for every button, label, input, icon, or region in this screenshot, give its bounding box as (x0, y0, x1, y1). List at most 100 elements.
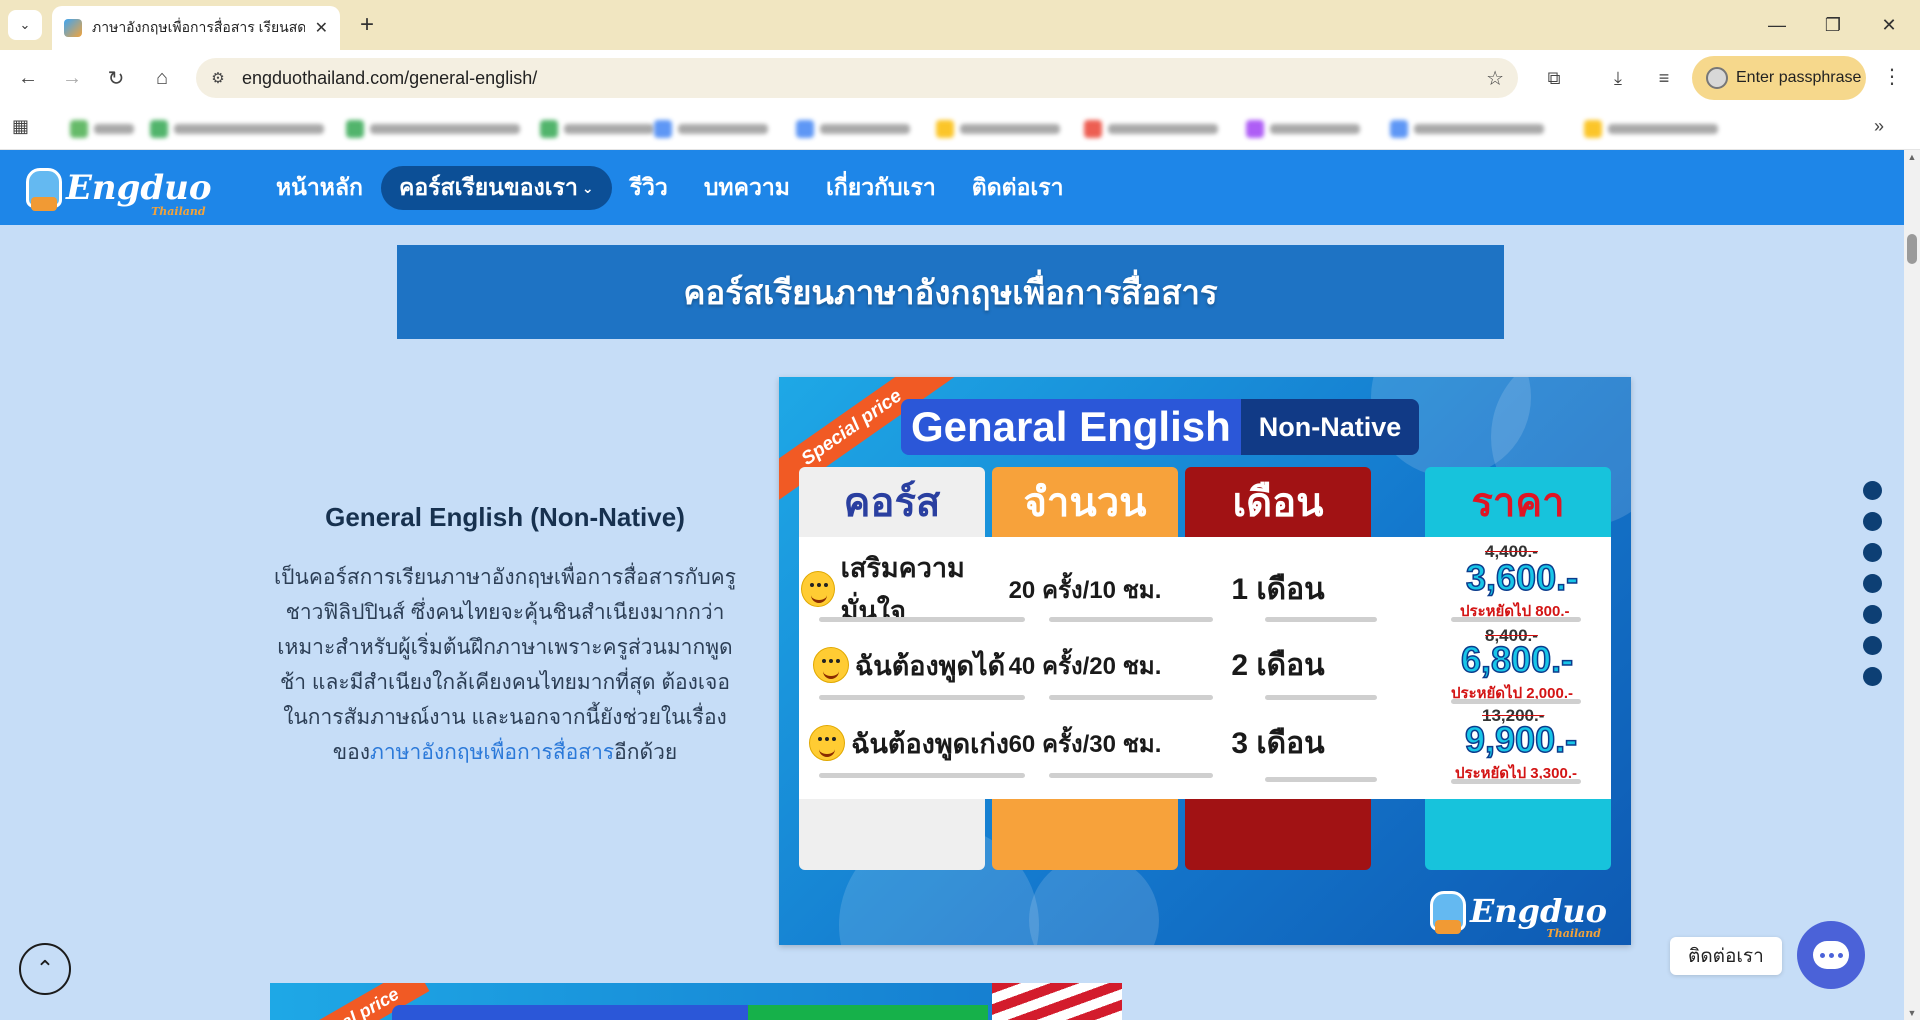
scroll-up-arrow-icon[interactable]: ▲ (1906, 152, 1918, 162)
section-dot[interactable] (1863, 481, 1882, 500)
chevron-down-icon: ⌄ (581, 179, 594, 196)
bookmark-item[interactable] (1390, 118, 1544, 140)
plus-icon: + (359, 11, 374, 38)
menu-item-reviews[interactable]: รีวิว (612, 166, 686, 210)
reload-icon: ↻ (107, 67, 125, 90)
home-icon: ⌂ (155, 66, 169, 89)
home-button[interactable]: ⌂ (146, 62, 178, 94)
row-2-price: 6,800.- (1460, 638, 1574, 681)
site-header: Engduo Thailand หน้าหลัก คอร์สเรียนของเรา… (0, 150, 1904, 225)
tab-title: ภาษาอังกฤษเพื่อการสื่อสาร เรียนสด (92, 19, 305, 35)
row-2-months: 2 เดือน (1231, 648, 1325, 682)
queue-icon[interactable]: ≡ (1650, 64, 1678, 92)
section-title: คอร์สเรียนภาษาอังกฤษเพื่อการสื่อสาร (683, 273, 1218, 311)
passphrase-button[interactable]: Enter passphrase (1692, 56, 1866, 100)
browser-tab[interactable]: ภาษาอังกฤษเพื่อการสื่อสาร เรียนสด ✕ (52, 6, 340, 50)
bookmark-item[interactable] (346, 118, 520, 140)
puzzle-icon[interactable]: ⧉ (1540, 64, 1568, 92)
section-dot[interactable] (1863, 636, 1882, 655)
section-dot[interactable] (1863, 543, 1882, 562)
tune-icon[interactable]: ⚙ (204, 64, 232, 92)
section-dot[interactable] (1863, 667, 1882, 686)
logo-text: Engduo Thailand (66, 168, 212, 218)
download-icon[interactable]: ⤓ (1604, 64, 1632, 92)
header-price: ราคา (1471, 481, 1565, 525)
bookmark-item[interactable] (936, 118, 1060, 140)
minimize-button[interactable]: — (1752, 8, 1802, 42)
browser-toolbar: ← → ↻ ⌂ ⚙ engduothailand.com/general-eng… (0, 50, 1920, 106)
minimize-icon: — (1768, 14, 1786, 35)
scroll-to-top-button[interactable]: ⌃ (19, 943, 71, 995)
close-icon: ✕ (1881, 14, 1897, 35)
row-1-price: 3,600.- (1465, 556, 1579, 599)
contact-label[interactable]: ติดต่อเรา (1670, 937, 1782, 975)
row-2-sessions: 40 ครั้ง/20 ชม. (1008, 652, 1162, 680)
menu-item-contact[interactable]: ติดต่อเรา (954, 166, 1082, 210)
tab-search-button[interactable]: ⌄ (8, 10, 42, 40)
bookmark-item[interactable] (70, 118, 134, 140)
site-logo[interactable]: Engduo Thailand (26, 158, 212, 218)
row-3-price: 9,900.- (1464, 718, 1578, 761)
close-icon[interactable]: ✕ (315, 18, 328, 38)
close-window-button[interactable]: ✕ (1864, 8, 1914, 42)
menu-item-about[interactable]: เกี่ยวกับเรา (808, 166, 954, 210)
chevron-down-icon: ⌄ (19, 17, 31, 32)
url-text[interactable]: engduothailand.com/general-english/ (242, 68, 537, 89)
section-banner: คอร์สเรียนภาษาอังกฤษเพื่อการสื่อสาร (397, 245, 1504, 339)
card-title: Genaral English (901, 399, 1241, 455)
scroll-down-arrow-icon[interactable]: ▼ (1906, 1008, 1918, 1018)
menu-item-home[interactable]: หน้าหลัก (258, 166, 381, 210)
bookmark-item[interactable] (1246, 118, 1360, 140)
bookmark-item[interactable] (654, 118, 768, 140)
card-heading: Genaral English Non-Native (901, 399, 1420, 455)
main-menu: หน้าหลัก คอร์สเรียนของเรา ⌄ รีวิว บทความ … (258, 165, 1082, 211)
scrollbar-thumb[interactable] (1907, 234, 1917, 264)
row-2-course: ฉันต้องพูดได้ (801, 643, 1017, 687)
restore-icon: ❐ (1824, 14, 1842, 35)
chevron-up-icon: ⌃ (35, 956, 55, 981)
restore-button[interactable]: ❐ (1808, 8, 1858, 42)
card-subtitle: Non-Native (1240, 399, 1420, 455)
cool-emoji-icon (812, 647, 849, 683)
us-flag-image (992, 983, 1122, 1020)
course-link[interactable]: ภาษาอังกฤษเพื่อการสื่อสาร (370, 741, 614, 764)
bookmark-item[interactable] (150, 118, 324, 140)
passphrase-label: Enter passphrase (1736, 69, 1862, 86)
apps-grid-icon[interactable]: ▦ (12, 116, 34, 138)
page-scrollbar[interactable]: ▲ ▼ (1904, 150, 1920, 1020)
arrow-right-icon: → (62, 66, 82, 89)
chevron-double-right-icon[interactable]: » (1874, 116, 1884, 137)
owl-logo-icon (26, 168, 62, 211)
new-tab-button[interactable]: + (352, 10, 382, 40)
bookmark-item[interactable] (796, 118, 910, 140)
globe-icon (1706, 67, 1728, 89)
header-sessions: จำนวน (1023, 481, 1147, 525)
menu-item-articles[interactable]: บทความ (686, 166, 808, 210)
row-1-sessions: 20 ครั้ง/10 ชม. (1008, 576, 1162, 604)
address-bar[interactable]: ⚙ engduothailand.com/general-english/ ☆ (196, 58, 1518, 98)
chat-button[interactable] (1797, 921, 1865, 989)
smile-emoji-icon (801, 571, 835, 607)
forward-button[interactable]: → (56, 62, 88, 94)
favicon-icon (64, 19, 82, 37)
star-icon[interactable]: ☆ (1486, 66, 1504, 91)
section-dot[interactable] (1863, 605, 1882, 624)
bookmark-item[interactable] (540, 118, 654, 140)
menu-item-courses[interactable]: คอร์สเรียนของเรา ⌄ (380, 166, 612, 210)
row-3-sessions: 60 ครั้ง/30 ชม. (1008, 730, 1162, 758)
section-dot[interactable] (1863, 512, 1882, 531)
course-title: General English (Non-Native) (325, 502, 685, 532)
owl-logo-icon (1429, 891, 1466, 934)
header-months: เดือน (1232, 481, 1324, 525)
card-logo: Engduo Thailand (1429, 891, 1607, 940)
kebab-menu-icon[interactable]: ⋮ (1882, 64, 1902, 89)
course-description: เป็นคอร์สการเรียนภาษาอังกฤษเพื่อการสื่อส… (273, 566, 737, 764)
reload-button[interactable]: ↻ (100, 62, 132, 94)
bookmark-item[interactable] (1084, 118, 1218, 140)
next-card-subtitle (748, 1005, 988, 1020)
next-card-title (392, 1005, 748, 1020)
back-button[interactable]: ← (12, 62, 44, 94)
header-course: คอร์ส (843, 481, 941, 525)
section-dot[interactable] (1863, 574, 1882, 593)
bookmark-item[interactable] (1584, 118, 1718, 140)
